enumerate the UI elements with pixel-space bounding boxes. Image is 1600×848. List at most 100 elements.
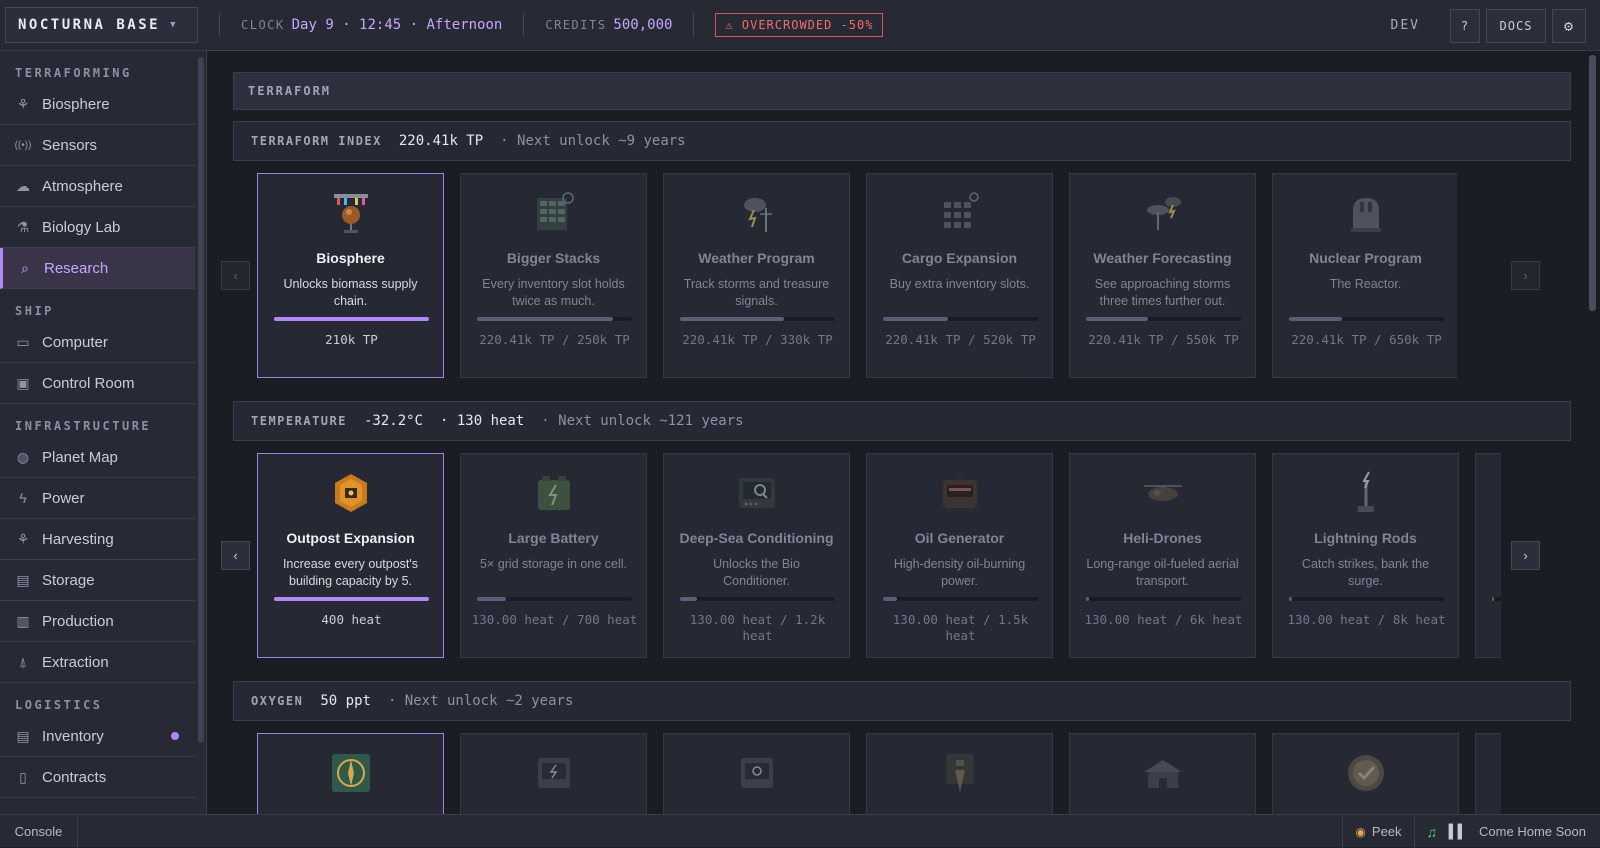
console-tab[interactable]: Console	[0, 814, 78, 848]
sidebar-item-power[interactable]: ϟ Power	[0, 478, 195, 519]
research-card[interactable]: Weather Forecasting See approaching storm…	[1069, 173, 1256, 378]
divider	[219, 13, 220, 37]
radio-waves-icon: ((•))	[14, 139, 32, 151]
sidebar-item-harvesting[interactable]: ⚘ Harvesting	[0, 519, 195, 560]
sidebar-scrollbar[interactable]	[198, 57, 204, 743]
section-title: TEMPERATURE	[251, 414, 347, 428]
card-description: High-density oil-burning power.	[893, 557, 1026, 588]
reactor-icon	[1343, 190, 1389, 236]
research-card[interactable]	[1475, 733, 1501, 814]
research-card[interactable]: Deep-Sea Conditioning Unlocks the Bio Con…	[663, 453, 850, 658]
carousel-next-button[interactable]: ›	[1511, 261, 1540, 290]
research-card[interactable]: F Raw U 130	[1475, 453, 1501, 658]
overcrowded-alert[interactable]: ⚠ OVERCROWDED -50%	[715, 13, 884, 37]
card-cost: 130.00 heat / 6k heat	[1084, 612, 1243, 627]
progress-bar	[883, 317, 1038, 321]
sidebar-item-planet-map[interactable]: ◍ Planet Map	[0, 437, 195, 478]
sidebar-item-biology-lab[interactable]: ⚗ Biology Lab	[0, 207, 195, 248]
card-cost: 130.00 heat / 700 heat	[471, 612, 638, 627]
card-row: Outpost Expansion Increase every outpost'…	[257, 453, 1501, 658]
progress-fill	[1289, 317, 1342, 321]
card-cost: 130.00 heat / 8k heat	[1287, 612, 1446, 627]
sidebar-item-inventory[interactable]: ▤ Inventory	[0, 716, 195, 757]
sidebar-item-storage[interactable]: ▤ Storage	[0, 560, 195, 601]
research-card[interactable]: Outpost Expansion Increase every outpost'…	[257, 453, 444, 658]
research-card[interactable]: Weather Program Track storms and treasure…	[663, 173, 850, 378]
progress-fill	[274, 597, 429, 601]
carousel-prev-button[interactable]: ‹	[221, 261, 250, 290]
research-card[interactable]: Lightning Rods Catch strikes, bank the su…	[1272, 453, 1459, 658]
credits-value: 500,000	[613, 17, 673, 33]
top-bar-actions: DEV ? DOCS ⚙	[1391, 0, 1600, 51]
eye-icon: ◉	[1355, 824, 1366, 839]
card-description: Unlocks the Bio Conditioner.	[713, 557, 800, 588]
scanner-icon	[734, 470, 780, 516]
seal-icon	[1343, 750, 1389, 796]
docs-button[interactable]: DOCS	[1486, 8, 1546, 43]
research-card[interactable]: Bigger Stacks Every inventory slot holds …	[460, 173, 647, 378]
sidebar-item-contracts[interactable]: ▯ Contracts	[0, 757, 195, 798]
research-card[interactable]	[460, 733, 647, 814]
card-cost: 130.00 heat / 1.2k heat	[689, 612, 826, 643]
progress-bar	[274, 317, 429, 321]
research-card[interactable]	[866, 733, 1053, 814]
sidebar-item-label: Power	[42, 489, 85, 507]
research-card[interactable]: Cargo Expansion Buy extra inventory slots…	[866, 173, 1053, 378]
dev-toggle[interactable]: DEV	[1391, 18, 1420, 33]
music-player: ♫ ▍▍ Come Home Soon	[1413, 815, 1600, 848]
carousel-prev-button[interactable]: ‹	[221, 541, 250, 570]
card-cost: 400 heat	[321, 612, 382, 627]
sidebar-item-control-room[interactable]: ▣ Control Room	[0, 363, 195, 404]
forecast-dish-icon	[1140, 190, 1186, 236]
sidebar: TERRAFORMING ⚘ Biosphere ((•)) Sensors ☁ Atmos…	[0, 51, 207, 814]
card-cost: 130.00 heat / 1.5k heat	[892, 612, 1029, 643]
pause-icon[interactable]: ▍▍	[1449, 824, 1468, 840]
battery-icon	[531, 470, 577, 516]
progress-bar	[477, 317, 632, 321]
research-card[interactable]	[1272, 733, 1459, 814]
bottom-bar: Console ◉ Peek ♫ ▍▍ Come Home Soon	[0, 814, 1600, 848]
card-title: Oil Generator	[914, 530, 1005, 546]
peek-label: Peek	[1371, 824, 1402, 839]
sidebar-section-title: LOGISTICS	[15, 698, 103, 712]
research-card[interactable]	[663, 733, 850, 814]
next-unlock: · Next unlock ~9 years	[500, 133, 686, 149]
sidebar-item-research[interactable]: ⌕ Research	[0, 248, 195, 289]
progress-fill	[883, 597, 897, 601]
research-card[interactable]: Oil Generator High-density oil-burning po…	[866, 453, 1053, 658]
sidebar-item-label: Extraction	[42, 653, 109, 671]
research-card[interactable]: Biosphere Unlocks biomass supply chain. 21…	[257, 173, 444, 378]
research-card[interactable]	[1069, 733, 1256, 814]
card-title: Cargo Expansion	[901, 250, 1018, 266]
card-description: Buy extra inventory slots.	[889, 277, 1030, 291]
carousel-next-button[interactable]: ›	[1511, 541, 1540, 570]
globe-icon: ◍	[16, 448, 30, 465]
sidebar-item-label: Production	[42, 612, 114, 630]
sidebar-item-extraction[interactable]: ⍋ Extraction	[0, 642, 195, 683]
help-button[interactable]: ?	[1450, 8, 1480, 43]
chevron-down-icon: ▼	[170, 20, 178, 30]
sidebar-item-computer[interactable]: ▭ Computer	[0, 322, 195, 363]
research-card[interactable]: Large Battery 5× grid storage in one cell…	[460, 453, 647, 658]
card-cost: 220.41k TP / 250k TP	[479, 332, 630, 347]
progress-fill	[680, 317, 784, 321]
research-card[interactable]: Nuclear Program The Reactor. 220.41k TP / …	[1272, 173, 1457, 378]
sidebar-item-atmosphere[interactable]: ☁ Atmosphere	[0, 166, 195, 207]
sidebar-item-label: Harvesting	[42, 530, 114, 548]
card-description: Long-range oil-fueled aerial transport.	[1086, 557, 1239, 588]
peek-button[interactable]: ◉ Peek	[1342, 815, 1413, 848]
research-card[interactable]: Heli-Drones Long-range oil-fueled aerial …	[1069, 453, 1256, 658]
research-card[interactable]	[257, 733, 444, 814]
sidebar-item-production[interactable]: ▥ Production	[0, 601, 195, 642]
main-scrollbar[interactable]	[1589, 55, 1596, 311]
sidebar-item-label: Research	[44, 259, 109, 277]
progress-bar	[274, 597, 429, 601]
base-selector[interactable]: NOCTURNA BASE ▼	[5, 7, 198, 43]
sidebar-item-biosphere[interactable]: ⚘ Biosphere	[0, 84, 195, 125]
sidebar-item-sensors[interactable]: ((•)) Sensors	[0, 125, 195, 166]
bolt-icon: ϟ	[19, 490, 27, 506]
section-title: OXYGEN	[251, 694, 304, 708]
section-value: 220.41k TP	[398, 133, 484, 149]
card-cost: 210k TP	[325, 332, 378, 347]
settings-button[interactable]: ⚙	[1552, 8, 1586, 43]
